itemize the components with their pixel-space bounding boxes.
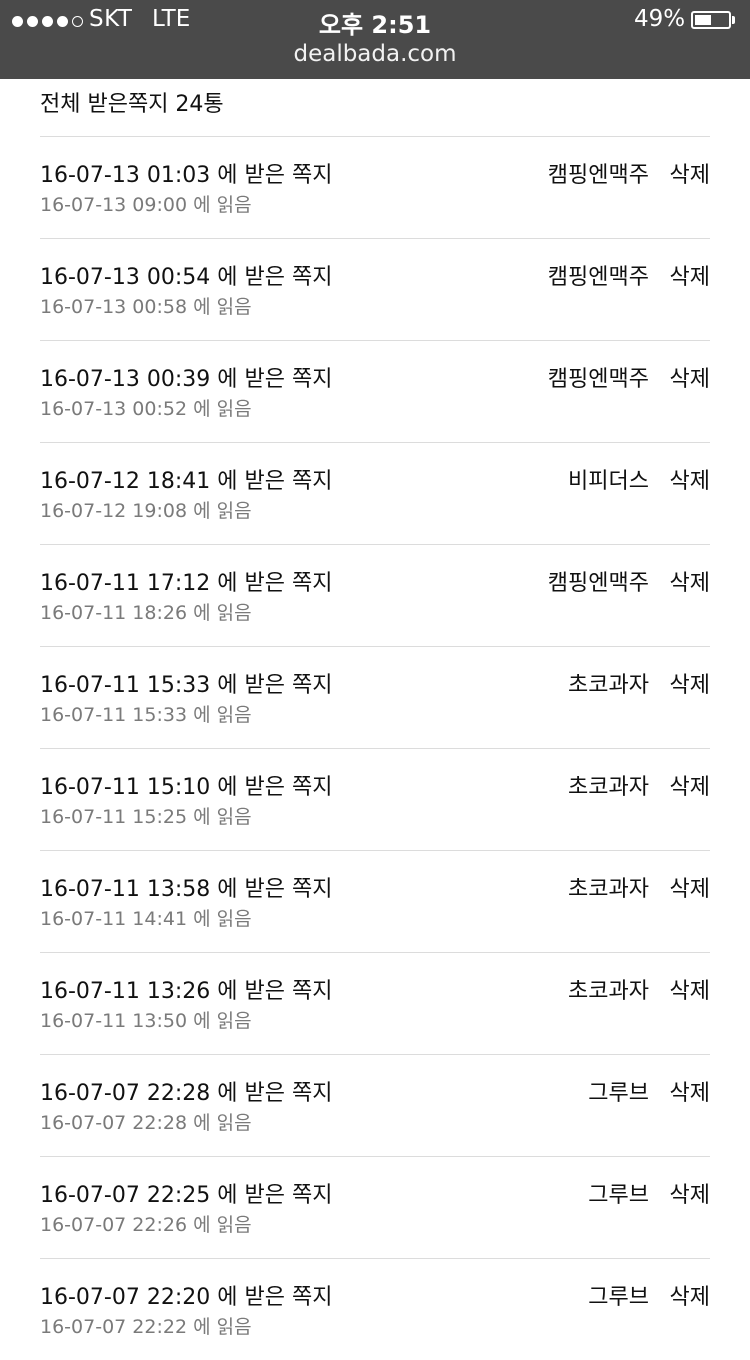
message-sender[interactable]: 초코과자	[568, 769, 649, 801]
message-sender[interactable]: 초코과자	[568, 871, 649, 903]
message-sender[interactable]: 캠핑엔맥주	[548, 361, 649, 393]
message-sender[interactable]: 캠핑엔맥주	[548, 157, 649, 189]
delete-button[interactable]: 삭제	[670, 361, 710, 393]
status-bar: SKT LTE 오후 2:51 49% dealbada.com	[0, 0, 750, 79]
message-read-time: 16-07-11 14:41 에 읽음	[40, 908, 252, 930]
delete-button[interactable]: 삭제	[670, 565, 710, 597]
battery-level	[695, 15, 711, 25]
message-sender[interactable]: 그루브	[588, 1177, 649, 1209]
message-row[interactable]: 16-07-11 15:10 에 받은 쪽지 16-07-11 15:25 에 …	[40, 748, 710, 850]
message-received-time[interactable]: 16-07-12 18:41 에 받은 쪽지	[40, 463, 332, 495]
battery-icon	[691, 11, 731, 29]
message-row[interactable]: 16-07-11 13:58 에 받은 쪽지 16-07-11 14:41 에 …	[40, 850, 710, 952]
message-sender[interactable]: 그루브	[588, 1075, 649, 1107]
message-read-time: 16-07-11 18:26 에 읽음	[40, 602, 252, 624]
message-read-time: 16-07-11 15:33 에 읽음	[40, 704, 252, 726]
delete-button[interactable]: 삭제	[670, 1177, 710, 1209]
message-sender[interactable]: 캠핑엔맥주	[548, 259, 649, 291]
message-sender[interactable]: 캠핑엔맥주	[548, 565, 649, 597]
message-row[interactable]: 16-07-13 01:03 에 받은 쪽지 16-07-13 09:00 에 …	[40, 136, 710, 238]
message-row[interactable]: 16-07-11 13:26 에 받은 쪽지 16-07-11 13:50 에 …	[40, 952, 710, 1054]
message-list: 16-07-13 01:03 에 받은 쪽지 16-07-13 09:00 에 …	[40, 136, 710, 1360]
message-read-time: 16-07-13 00:58 에 읽음	[40, 296, 252, 318]
message-row[interactable]: 16-07-11 15:33 에 받은 쪽지 16-07-11 15:33 에 …	[40, 646, 710, 748]
address-bar-url[interactable]: dealbada.com	[0, 41, 750, 67]
message-row[interactable]: 16-07-13 00:39 에 받은 쪽지 16-07-13 00:52 에 …	[40, 340, 710, 442]
message-sender[interactable]: 그루브	[588, 1279, 649, 1311]
message-read-time: 16-07-11 15:25 에 읽음	[40, 806, 252, 828]
delete-button[interactable]: 삭제	[670, 667, 710, 699]
message-row[interactable]: 16-07-07 22:20 에 받은 쪽지 16-07-07 22:22 에 …	[40, 1258, 710, 1360]
message-received-time[interactable]: 16-07-11 13:58 에 받은 쪽지	[40, 871, 332, 903]
battery-percent: 49%	[634, 6, 686, 32]
delete-button[interactable]: 삭제	[670, 157, 710, 189]
message-read-time: 16-07-07 22:28 에 읽음	[40, 1112, 252, 1134]
delete-button[interactable]: 삭제	[670, 463, 710, 495]
battery-tip	[732, 16, 735, 24]
message-row[interactable]: 16-07-07 22:25 에 받은 쪽지 16-07-07 22:26 에 …	[40, 1156, 710, 1258]
message-sender[interactable]: 초코과자	[568, 973, 649, 1005]
delete-button[interactable]: 삭제	[670, 769, 710, 801]
message-read-time: 16-07-13 09:00 에 읽음	[40, 194, 252, 216]
message-received-time[interactable]: 16-07-11 13:26 에 받은 쪽지	[40, 973, 332, 1005]
message-row[interactable]: 16-07-11 17:12 에 받은 쪽지 16-07-11 18:26 에 …	[40, 544, 710, 646]
message-read-time: 16-07-07 22:22 에 읽음	[40, 1316, 252, 1338]
message-row[interactable]: 16-07-12 18:41 에 받은 쪽지 16-07-12 19:08 에 …	[40, 442, 710, 544]
message-received-time[interactable]: 16-07-11 17:12 에 받은 쪽지	[40, 565, 332, 597]
inbox-title: 전체 받은쪽지 24통	[40, 92, 224, 117]
message-received-time[interactable]: 16-07-07 22:20 에 받은 쪽지	[40, 1279, 332, 1311]
message-received-time[interactable]: 16-07-11 15:33 에 받은 쪽지	[40, 667, 332, 699]
message-received-time[interactable]: 16-07-13 01:03 에 받은 쪽지	[40, 157, 332, 189]
message-received-time[interactable]: 16-07-07 22:28 에 받은 쪽지	[40, 1075, 332, 1107]
delete-button[interactable]: 삭제	[670, 259, 710, 291]
message-read-time: 16-07-11 13:50 에 읽음	[40, 1010, 252, 1032]
message-received-time[interactable]: 16-07-11 15:10 에 받은 쪽지	[40, 769, 332, 801]
delete-button[interactable]: 삭제	[670, 973, 710, 1005]
delete-button[interactable]: 삭제	[670, 1279, 710, 1311]
message-read-time: 16-07-12 19:08 에 읽음	[40, 500, 252, 522]
message-read-time: 16-07-07 22:26 에 읽음	[40, 1214, 252, 1236]
message-sender[interactable]: 초코과자	[568, 667, 649, 699]
message-row[interactable]: 16-07-07 22:28 에 받은 쪽지 16-07-07 22:28 에 …	[40, 1054, 710, 1156]
message-received-time[interactable]: 16-07-07 22:25 에 받은 쪽지	[40, 1177, 332, 1209]
message-received-time[interactable]: 16-07-13 00:54 에 받은 쪽지	[40, 259, 332, 291]
message-sender[interactable]: 비피더스	[568, 463, 649, 495]
message-read-time: 16-07-13 00:52 에 읽음	[40, 398, 252, 420]
message-row[interactable]: 16-07-13 00:54 에 받은 쪽지 16-07-13 00:58 에 …	[40, 238, 710, 340]
message-received-time[interactable]: 16-07-13 00:39 에 받은 쪽지	[40, 361, 332, 393]
delete-button[interactable]: 삭제	[670, 1075, 710, 1107]
delete-button[interactable]: 삭제	[670, 871, 710, 903]
